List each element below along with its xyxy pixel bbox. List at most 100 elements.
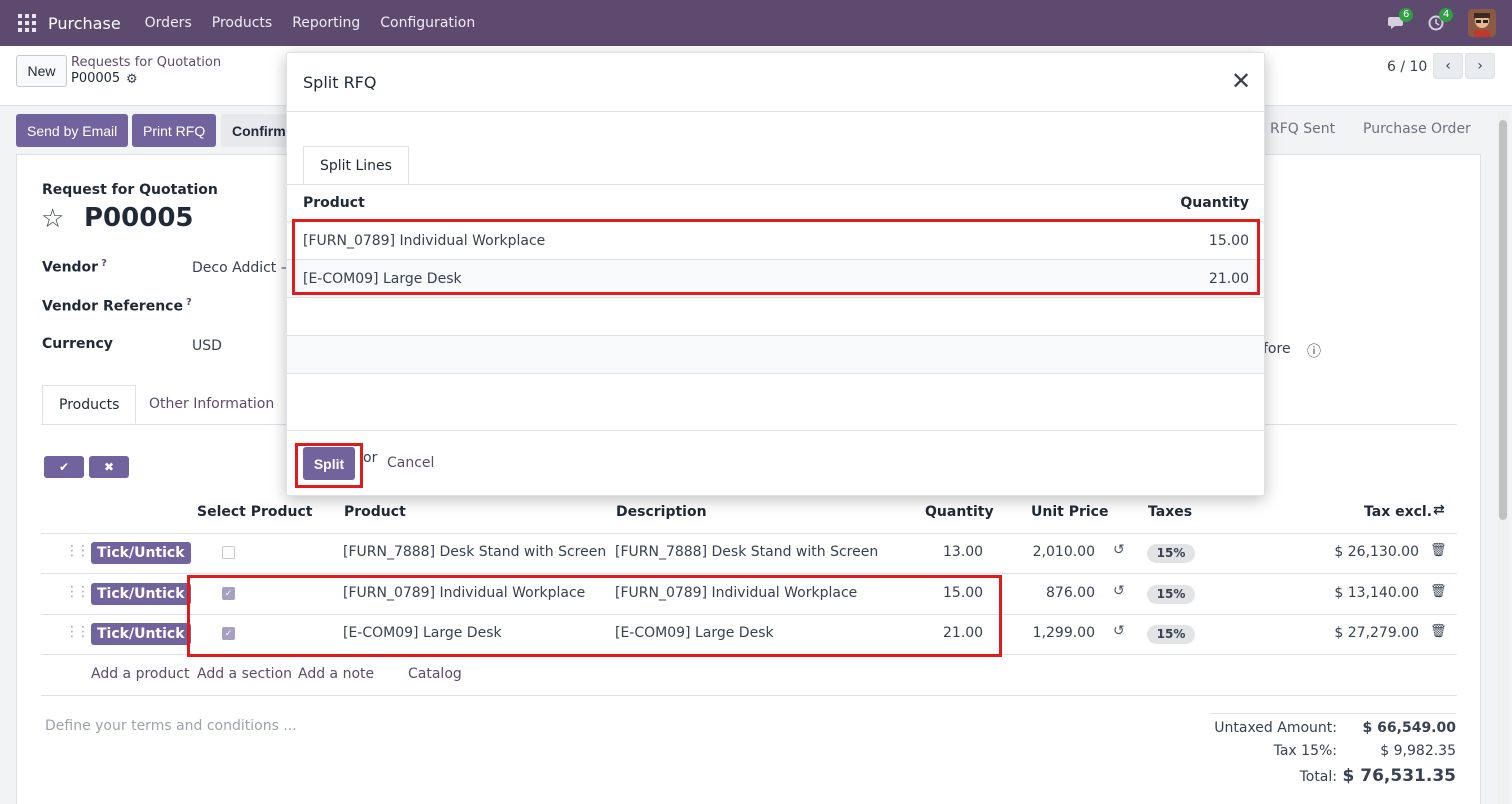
- menu-configuration[interactable]: Configuration: [380, 15, 475, 31]
- untaxed-amount-label: Untaxed Amount:: [1214, 720, 1337, 736]
- unselect-all-button[interactable]: ✖: [89, 456, 129, 478]
- tax-value: $ 9,982.35: [1380, 743, 1456, 759]
- col-quantity[interactable]: Quantity: [925, 504, 994, 520]
- new-button[interactable]: New: [16, 55, 67, 87]
- info-icon[interactable]: ⓘ: [1307, 341, 1321, 361]
- pager-value[interactable]: 6 / 10: [1387, 59, 1427, 75]
- close-icon[interactable]: ✕: [1231, 69, 1251, 93]
- highlight-split-button: [295, 443, 363, 488]
- untaxed-amount-value: $ 66,549.00: [1362, 720, 1456, 736]
- tab-divider: [287, 184, 1264, 185]
- tab-other-information[interactable]: Other Information: [133, 385, 290, 424]
- tax-badge[interactable]: 15%: [1147, 625, 1195, 644]
- terms-conditions-field[interactable]: Define your terms and conditions ...: [45, 718, 297, 734]
- send-by-email-button[interactable]: Send by Email: [16, 114, 129, 147]
- pager-prev-button[interactable]: ‹: [1433, 53, 1463, 79]
- messages-icon[interactable]: 6: [1388, 8, 1414, 31]
- col-tax-excl[interactable]: Tax excl.: [1364, 504, 1432, 520]
- catalog-link[interactable]: Catalog: [408, 666, 462, 682]
- breadcrumb-current: P00005: [71, 71, 121, 86]
- table-row[interactable]: ⋮⋮ Tick/Untick [FURN_7888] Desk Stand wi…: [41, 533, 1457, 574]
- footer-divider: [287, 430, 1264, 431]
- line-description[interactable]: [FURN_7888] Desk Stand with Screen: [615, 544, 878, 560]
- currency-label: Currency: [42, 336, 113, 352]
- line-unit-price[interactable]: 1,299.00: [1015, 625, 1095, 641]
- menu-orders[interactable]: Orders: [145, 15, 192, 31]
- top-navbar: Purchase Orders Products Reporting Confi…: [0, 0, 1512, 46]
- col-unit-price[interactable]: Unit Price: [1031, 504, 1108, 520]
- tax-badge[interactable]: 15%: [1147, 585, 1195, 604]
- select-all-check-button[interactable]: ✔: [44, 456, 84, 478]
- document-type: Request for Quotation: [42, 182, 218, 198]
- currency-field[interactable]: USD: [192, 338, 222, 354]
- vendor-reference-label: Vendor Reference?: [42, 297, 192, 315]
- scrollbar-thumb[interactable]: [1499, 120, 1507, 520]
- select-product-checkbox[interactable]: [222, 546, 235, 559]
- tax-badge[interactable]: 15%: [1147, 544, 1195, 563]
- tab-products[interactable]: Products: [42, 385, 137, 424]
- col-product[interactable]: Product: [344, 504, 406, 520]
- line-quantity[interactable]: 13.00: [943, 544, 983, 560]
- stage-rfq-sent[interactable]: RFQ Sent: [1270, 113, 1335, 146]
- tick-untick-button[interactable]: Tick/Untick: [91, 542, 191, 564]
- menu-reporting[interactable]: Reporting: [292, 15, 360, 31]
- trash-icon[interactable]: 🗑: [1430, 624, 1447, 639]
- lines-table-header: Select Product Product Description Quant…: [41, 491, 1457, 534]
- empty-row: [287, 335, 1264, 373]
- tab-split-lines[interactable]: Split Lines: [303, 146, 409, 185]
- pager-next-button[interactable]: ›: [1465, 53, 1495, 79]
- add-section-link[interactable]: Add a section: [197, 666, 292, 682]
- vendor-label: Vendor?: [42, 258, 107, 276]
- messages-badge: 6: [1399, 8, 1414, 22]
- trash-icon[interactable]: 🗑: [1430, 584, 1447, 599]
- line-subtotal: $ 26,130.00: [1334, 544, 1419, 560]
- activities-clock-icon[interactable]: 4: [1428, 8, 1454, 31]
- breadcrumb-parent[interactable]: Requests for Quotation: [71, 55, 221, 70]
- or-text: or: [363, 450, 378, 466]
- empty-row: [287, 297, 1264, 335]
- tax-label: Tax 15%:: [1273, 743, 1337, 759]
- menu-products[interactable]: Products: [212, 15, 272, 31]
- gear-icon[interactable]: ⚙: [126, 72, 138, 87]
- highlight-selected-lines: [187, 575, 1002, 657]
- rows-end-divider: [287, 373, 1264, 374]
- document-number: P00005: [84, 203, 194, 233]
- tick-untick-button[interactable]: Tick/Untick: [91, 623, 191, 645]
- apps-grid-icon[interactable]: [18, 14, 36, 32]
- history-icon[interactable]: ↺: [1113, 583, 1125, 599]
- col-taxes[interactable]: Taxes: [1148, 504, 1192, 520]
- line-unit-price[interactable]: 2,010.00: [1015, 544, 1095, 560]
- history-icon[interactable]: ↺: [1113, 542, 1125, 558]
- divider: [41, 695, 1457, 696]
- history-icon[interactable]: ↺: [1113, 623, 1125, 639]
- tick-untick-button[interactable]: Tick/Untick: [91, 583, 191, 605]
- add-product-link[interactable]: Add a product: [91, 666, 189, 682]
- star-icon[interactable]: ☆: [41, 204, 64, 234]
- drag-handle-icon[interactable]: ⋮⋮: [65, 624, 90, 640]
- line-subtotal: $ 13,140.00: [1334, 585, 1419, 601]
- trash-icon[interactable]: 🗑: [1430, 543, 1447, 558]
- dialog-header-divider: [287, 111, 1264, 112]
- totals-divider: [1210, 713, 1456, 714]
- add-note-link[interactable]: Add a note: [298, 666, 374, 682]
- optional-columns-icon[interactable]: ⇄: [1433, 502, 1445, 518]
- partial-field-label: fore: [1263, 341, 1291, 357]
- cancel-button[interactable]: Cancel: [387, 455, 434, 471]
- line-subtotal: $ 27,279.00: [1334, 625, 1419, 641]
- print-rfq-button[interactable]: Print RFQ: [132, 114, 217, 147]
- dialog-title: Split RFQ: [303, 73, 377, 92]
- drag-handle-icon[interactable]: ⋮⋮: [65, 543, 90, 559]
- drag-handle-icon[interactable]: ⋮⋮: [65, 584, 90, 600]
- scrollbar[interactable]: [1497, 112, 1509, 804]
- activities-badge: 4: [1439, 8, 1454, 22]
- col-quantity[interactable]: Quantity: [1167, 195, 1249, 211]
- col-product[interactable]: Product: [303, 195, 365, 211]
- col-description[interactable]: Description: [616, 504, 707, 520]
- total-label: Total:: [1299, 769, 1337, 785]
- user-avatar[interactable]: [1468, 9, 1496, 37]
- app-name[interactable]: Purchase: [48, 14, 121, 33]
- col-select-product[interactable]: Select Product: [197, 504, 313, 520]
- line-product[interactable]: [FURN_7888] Desk Stand with Screen: [343, 544, 606, 560]
- stage-purchase-order[interactable]: Purchase Order: [1363, 113, 1471, 146]
- line-unit-price[interactable]: 876.00: [1015, 585, 1095, 601]
